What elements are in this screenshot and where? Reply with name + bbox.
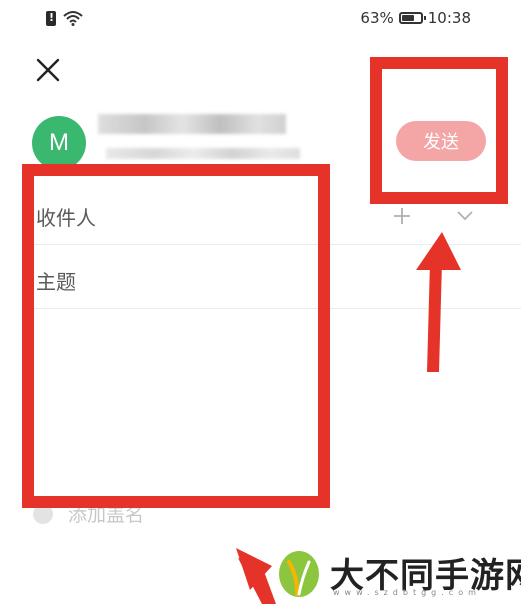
sender-address-redacted (106, 148, 300, 159)
wifi-icon (63, 11, 83, 26)
add-recipient-icon[interactable] (392, 206, 412, 226)
annotation-box-send (370, 57, 508, 204)
email-compose-screen: 63% 10:38 M 发送 收件人 主题 添加盖名 (0, 0, 521, 604)
annotation-box-body (22, 164, 330, 508)
sender-name-redacted (98, 114, 286, 134)
status-bar-left (46, 10, 84, 26)
avatar[interactable]: M (32, 116, 86, 170)
watermark-url: www.szdbtgg.com (333, 588, 481, 597)
annotation-arrow-bottom-icon (236, 548, 276, 604)
chevron-down-icon[interactable] (455, 209, 475, 223)
close-icon[interactable] (34, 56, 62, 84)
battery-icon (398, 12, 426, 24)
status-bar-right: 63% 10:38 (360, 9, 471, 27)
battery-percent: 63% (360, 9, 394, 27)
avatar-letter: M (49, 129, 69, 156)
watermark-logo-icon (279, 551, 319, 597)
clock: 10:38 (427, 9, 471, 27)
sim-alert-icon (46, 10, 56, 26)
